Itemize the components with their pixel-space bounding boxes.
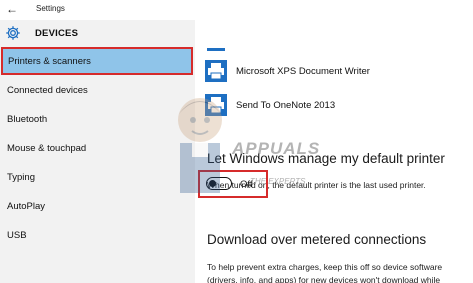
- settings-window: ← Settings DEVICES Printers & scanners C…: [0, 0, 473, 283]
- toggle-knob: [209, 179, 216, 187]
- default-printer-toggle[interactable]: [206, 177, 232, 190]
- category-title: DEVICES: [35, 28, 79, 39]
- printer-item[interactable]: Microsoft XPS Document Writer: [205, 60, 465, 84]
- sidebar-item-connected-devices[interactable]: Connected devices: [0, 77, 195, 105]
- printer-icon: [205, 60, 227, 82]
- sidebar-item-label: Typing: [7, 172, 35, 183]
- printer-icon: [205, 94, 227, 116]
- window-title: Settings: [36, 4, 65, 13]
- metered-description: (drivers, info, and apps) for new device…: [207, 275, 441, 283]
- sidebar-item-printers-scanners[interactable]: Printers & scanners: [1, 47, 193, 75]
- back-arrow-icon[interactable]: ←: [5, 2, 19, 16]
- sidebar-item-label: Bluetooth: [7, 114, 48, 125]
- sidebar-item-autoplay[interactable]: AutoPlay: [0, 193, 195, 221]
- title-bar: ← Settings: [0, 0, 473, 20]
- printer-name: Microsoft XPS Document Writer: [236, 66, 370, 77]
- sidebar-item-label: Printers & scanners: [8, 56, 91, 67]
- sidebar-item-label: Mouse & touchpad: [7, 143, 87, 154]
- sidebar: DEVICES Printers & scanners Connected de…: [0, 20, 195, 283]
- watermark-subtext: THE EXPERTS: [250, 177, 306, 186]
- sidebar-item-label: Connected devices: [7, 85, 88, 96]
- metered-description: To help prevent extra charges, keep this…: [207, 262, 443, 272]
- sidebar-item-label: AutoPlay: [7, 201, 46, 212]
- category-header: DEVICES: [0, 22, 195, 44]
- sidebar-item-typing[interactable]: Typing: [0, 164, 195, 192]
- printer-item[interactable]: Send To OneNote 2013: [205, 94, 465, 118]
- sidebar-item-bluetooth[interactable]: Bluetooth: [0, 106, 195, 134]
- metered-heading: Download over metered connections: [207, 232, 427, 247]
- printer-name: Send To OneNote 2013: [236, 100, 336, 111]
- watermark-text: APPUALS: [232, 139, 321, 158]
- sidebar-item-label: USB: [7, 230, 27, 241]
- printer-icon: [207, 48, 225, 51]
- sidebar-item-mouse-touchpad[interactable]: Mouse & touchpad: [0, 135, 195, 163]
- gear-icon: [6, 26, 20, 40]
- sidebar-item-usb[interactable]: USB: [0, 222, 195, 250]
